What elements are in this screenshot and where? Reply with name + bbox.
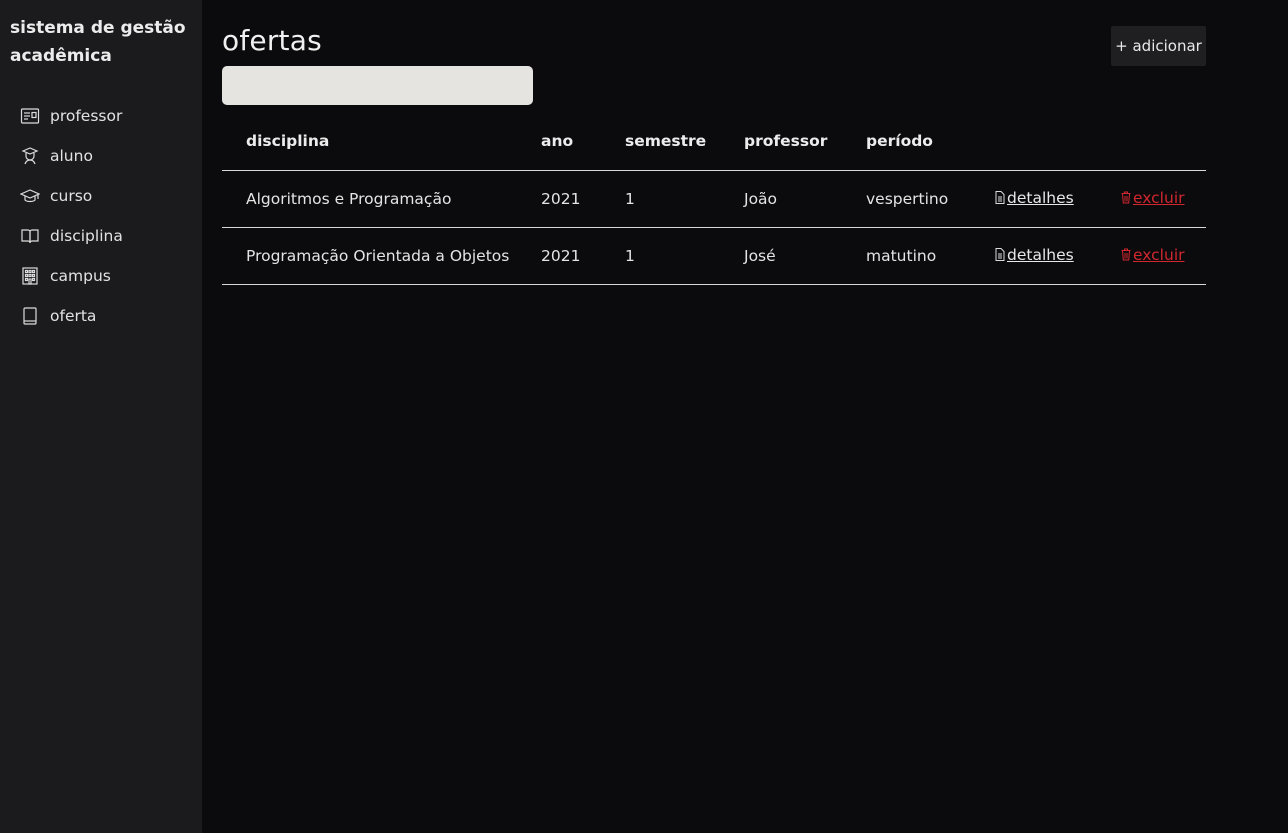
column-header-ano: ano	[541, 113, 625, 171]
sidebar-item-disciplina[interactable]: disciplina	[10, 216, 202, 256]
cell-delete: excluir	[1120, 170, 1206, 228]
sidebar-item-oferta[interactable]: oferta	[10, 296, 202, 336]
sidebar-item-aluno[interactable]: aluno	[10, 136, 202, 176]
document-icon	[994, 248, 1006, 262]
details-link[interactable]: detalhes	[994, 246, 1074, 264]
cell-details: detalhes	[994, 227, 1120, 285]
sidebar: sistema de gestão acadêmica professor al…	[0, 0, 202, 833]
search-input[interactable]	[222, 66, 533, 105]
delete-link[interactable]: excluir	[1120, 189, 1185, 207]
trash-icon	[1120, 248, 1132, 261]
cell-professor: José	[744, 227, 866, 285]
offers-table: disciplina ano semestre professor períod…	[222, 113, 1206, 285]
details-label: detalhes	[1007, 188, 1074, 207]
column-header-periodo: período	[866, 113, 994, 171]
sidebar-item-label: disciplina	[50, 227, 123, 245]
open-book-icon	[20, 226, 40, 246]
sidebar-item-label: curso	[50, 187, 93, 205]
trash-icon	[1120, 191, 1132, 204]
graduation-cap-icon	[20, 186, 40, 206]
details-link[interactable]: detalhes	[994, 189, 1074, 207]
sidebar-item-curso[interactable]: curso	[10, 176, 202, 216]
building-icon	[20, 266, 40, 286]
cell-semestre: 1	[625, 170, 744, 228]
page-title: ofertas	[222, 24, 322, 57]
student-icon	[20, 146, 40, 166]
column-header-disciplina: disciplina	[222, 113, 541, 171]
cell-disciplina: Programação Orientada a Objetos	[222, 227, 541, 285]
column-header-professor: professor	[744, 113, 866, 171]
column-header-details	[994, 113, 1120, 171]
cell-periodo: vespertino	[866, 170, 994, 228]
add-button[interactable]: + adicionar	[1111, 26, 1206, 66]
cell-ano: 2021	[541, 170, 625, 228]
app-brand: sistema de gestão acadêmica	[10, 18, 186, 66]
cell-ano: 2021	[541, 227, 625, 285]
cell-periodo: matutino	[866, 227, 994, 285]
sidebar-item-campus[interactable]: campus	[10, 256, 202, 296]
details-label: detalhes	[1007, 245, 1074, 264]
table-header-row: disciplina ano semestre professor períod…	[222, 113, 1206, 171]
column-header-semestre: semestre	[625, 113, 744, 171]
column-header-delete	[1120, 113, 1206, 171]
sidebar-item-label: campus	[50, 267, 111, 285]
book-icon	[20, 306, 40, 326]
table-row: Algoritmos e Programação 2021 1 João ves…	[222, 170, 1206, 228]
sidebar-item-label: aluno	[50, 147, 93, 165]
table-row: Programação Orientada a Objetos 2021 1 J…	[222, 227, 1206, 285]
app: sistema de gestão acadêmica professor al…	[0, 0, 1288, 833]
sidebar-item-professor[interactable]: professor	[10, 96, 202, 136]
document-icon	[994, 191, 1006, 205]
cell-disciplina: Algoritmos e Programação	[222, 170, 541, 228]
delete-label: excluir	[1133, 188, 1185, 207]
sidebar-item-label: oferta	[50, 307, 97, 325]
cell-professor: João	[744, 170, 866, 228]
delete-link[interactable]: excluir	[1120, 246, 1185, 264]
cell-delete: excluir	[1120, 227, 1206, 285]
cell-semestre: 1	[625, 227, 744, 285]
id-card-icon	[20, 106, 40, 126]
main-content: ofertas + adicionar disciplina ano semes…	[202, 0, 1288, 833]
cell-details: detalhes	[994, 170, 1120, 228]
sidebar-item-label: professor	[50, 107, 123, 125]
delete-label: excluir	[1133, 245, 1185, 264]
